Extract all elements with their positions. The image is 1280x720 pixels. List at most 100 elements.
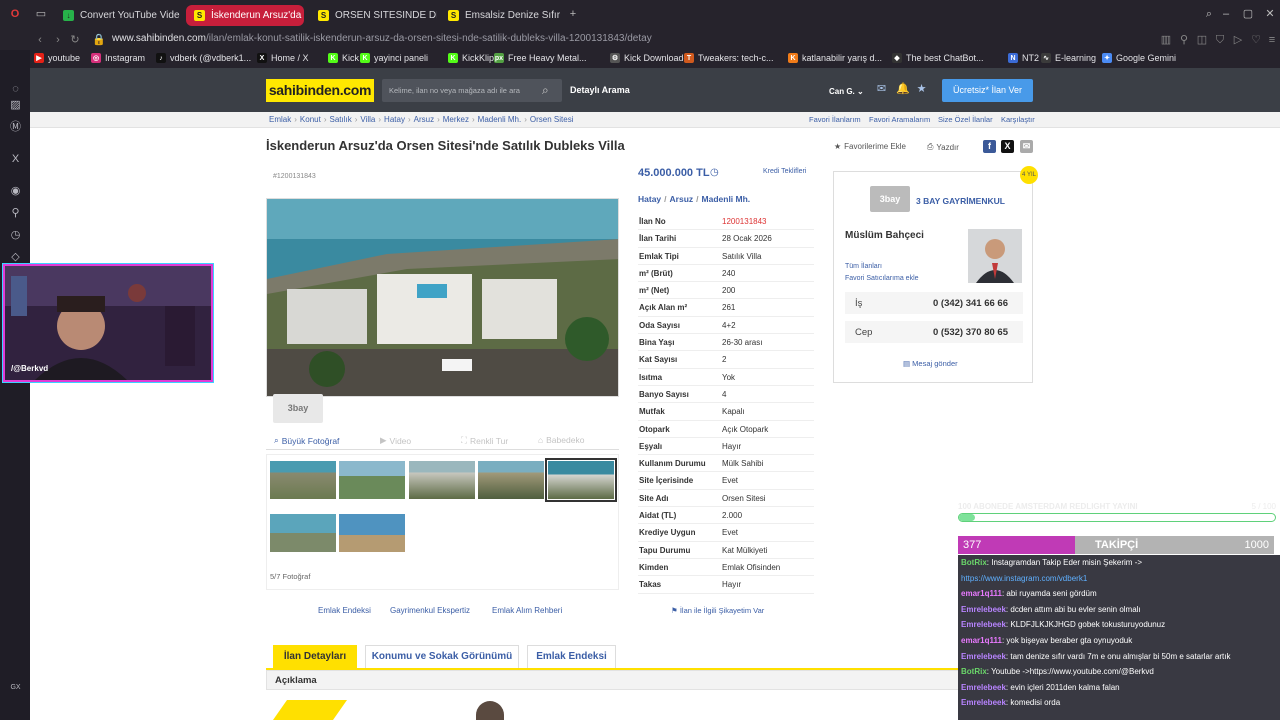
bookmark-item[interactable]: ♪ vdberk (@vdberk1...: [156, 53, 251, 63]
site-logo[interactable]: sahibinden.com: [266, 79, 374, 102]
all-listings-link[interactable]: Tüm İlanları: [845, 263, 882, 270]
emlak-endeksi-link[interactable]: Emlak Endeksi: [318, 606, 371, 615]
detailed-search-link[interactable]: Detaylı Arama: [570, 85, 630, 95]
sidebar-image-icon[interactable]: ▨: [9, 99, 22, 112]
breadcrumb-item[interactable]: Konut: [300, 115, 321, 124]
breadcrumb-item[interactable]: Merkez: [443, 115, 469, 124]
sidebar-m-icon[interactable]: Ⓜ: [9, 121, 22, 134]
tab-big-photo[interactable]: ⌕ Büyük Fotoğraf: [274, 435, 339, 446]
breadcrumb-item[interactable]: Satılık: [329, 115, 351, 124]
send-message-link[interactable]: ▤ Mesaj gönder: [903, 359, 958, 368]
browser-tab[interactable]: S ORSEN SITESINDE DENIZ: [310, 5, 437, 26]
sidebar-toggle-icon[interactable]: ▥: [1160, 34, 1172, 46]
location-city[interactable]: Hatay: [638, 194, 661, 204]
sidebar-ai-icon[interactable]: ◌: [9, 83, 22, 96]
thumbnail[interactable]: [409, 461, 475, 499]
breadcrumb-item[interactable]: Villa: [360, 115, 375, 124]
bookmark-item[interactable]: K KickKlip: [448, 53, 494, 63]
forward-icon[interactable]: ›: [52, 34, 64, 46]
compare-link[interactable]: Karşılaştır: [1001, 115, 1035, 124]
bookmark-item[interactable]: ⚙ Kick Downloader: [610, 53, 692, 63]
sidebar-player-icon[interactable]: ◉: [9, 185, 22, 198]
x-share-icon[interactable]: X: [1001, 140, 1014, 153]
price-history-icon[interactable]: ◷: [710, 167, 719, 178]
browser-tab[interactable]: S İskenderun Arsuz'da Orse: [186, 5, 304, 26]
mail-icon[interactable]: ✉: [875, 83, 888, 96]
tab-menu-icon[interactable]: ▭: [35, 8, 47, 20]
back-icon[interactable]: ‹: [34, 34, 46, 46]
search-icon[interactable]: ⌕: [542, 83, 549, 98]
favorite-button[interactable]: ★ Favorilerime Ekle: [834, 142, 906, 151]
email-share-icon[interactable]: ✉: [1020, 140, 1033, 153]
phone-mobile[interactable]: Cep 0 (532) 370 80 65: [845, 321, 1023, 343]
breadcrumb-item[interactable]: Arsuz: [414, 115, 434, 124]
bookmark-item[interactable]: Kkatlanabilir yarış d...: [788, 53, 882, 63]
menu-icon[interactable]: ≡: [1266, 34, 1278, 46]
sidebar-x-icon[interactable]: X: [9, 153, 22, 166]
thumbnail[interactable]: [478, 461, 544, 499]
sidebar-pin-icon[interactable]: ⚲: [9, 207, 22, 220]
agency-name[interactable]: 3 BAY GAYRİMENKUL: [916, 196, 1005, 206]
favorite-searches-link[interactable]: Favori Aramalarım: [869, 115, 930, 124]
print-button[interactable]: ⎙ Yazdır: [927, 142, 959, 152]
close-window-icon[interactable]: ✕: [1264, 8, 1276, 20]
tab-video[interactable]: ▶ Video: [380, 435, 411, 446]
tab-listing-details[interactable]: İlan Detayları: [273, 645, 357, 669]
url-field[interactable]: www.sahibinden.com/ilan/emlak-konut-sati…: [112, 33, 652, 44]
breadcrumb-item[interactable]: Hatay: [384, 115, 405, 124]
buying-guide-link[interactable]: Emlak Alım Rehberi: [492, 606, 562, 615]
thumbnail[interactable]: [270, 514, 336, 552]
opera-logo-icon[interactable]: O: [9, 8, 21, 20]
star-icon[interactable]: ★: [915, 83, 928, 96]
bookmark-item[interactable]: Kyayinci paneli: [360, 53, 428, 63]
bookmark-item[interactable]: ◎ Instagram: [91, 53, 145, 63]
special-listings-link[interactable]: Size Özel İlanlar: [938, 115, 993, 124]
main-photo[interactable]: [266, 198, 619, 397]
location-district[interactable]: Arsuz: [670, 194, 694, 204]
maximize-icon[interactable]: ▢: [1242, 8, 1254, 20]
post-ad-button[interactable]: Ücretsiz* İlan Ver: [942, 79, 1033, 102]
user-menu[interactable]: Can G. ⌄: [829, 87, 864, 96]
agency-logo[interactable]: 3bay: [870, 186, 910, 212]
bookmark-item[interactable]: T Tweakers: tech-c...: [684, 53, 774, 63]
facebook-share-icon[interactable]: f: [983, 140, 996, 153]
tab-color-tour[interactable]: ⛶ Renkli Tur: [461, 435, 508, 446]
sidebar-extensions-icon[interactable]: ◇: [9, 251, 22, 264]
credit-offers-link[interactable]: Kredi Teklifleri: [763, 168, 806, 175]
favorite-listings-link[interactable]: Favori İlanlarım: [809, 115, 861, 124]
location-neighborhood[interactable]: Madenli Mh.: [702, 194, 751, 204]
browser-tab[interactable]: ↓ Convert YouTube Videos t: [55, 5, 180, 26]
thumbnail[interactable]: [339, 461, 405, 499]
search-input[interactable]: Kelime, ilan no veya mağaza adı ile ara …: [382, 79, 562, 102]
minimize-icon[interactable]: –: [1220, 8, 1232, 20]
send-icon[interactable]: ▷: [1232, 34, 1244, 46]
sidebar-history-icon[interactable]: ◷: [9, 229, 22, 242]
phone-work[interactable]: İş 0 (342) 341 66 66: [845, 292, 1023, 314]
favorite-seller-link[interactable]: Favori Satıcılarıma ekle: [845, 275, 919, 282]
thumbnail[interactable]: [339, 514, 405, 552]
sidebar-gx-icon[interactable]: GX: [9, 681, 22, 694]
pin-icon[interactable]: ⚲: [1178, 34, 1190, 46]
expertise-link[interactable]: Gayrimenkul Ekspertiz: [390, 606, 470, 615]
bookmark-item[interactable]: ✦ Google Gemini: [1102, 53, 1176, 63]
bell-icon[interactable]: 🔔: [896, 83, 910, 96]
breadcrumb-item[interactable]: Emlak: [269, 115, 291, 124]
bookmark-item[interactable]: ▶ youtube: [34, 53, 80, 63]
reload-icon[interactable]: ↻: [69, 34, 81, 46]
thumbnail-selected[interactable]: [545, 458, 617, 502]
bookmark-item[interactable]: X Home / X: [257, 53, 309, 63]
search-icon[interactable]: ⌕: [1203, 8, 1215, 20]
heart-icon[interactable]: ♡: [1250, 34, 1262, 46]
breadcrumb-item[interactable]: Orsen Sitesi: [530, 115, 574, 124]
bookmark-item[interactable]: ∿ E-learning: [1041, 53, 1096, 63]
bookmark-item[interactable]: K Kick: [328, 53, 359, 63]
tab-babedeko[interactable]: ⌂ Babedeko: [538, 435, 584, 445]
camera-icon[interactable]: ◫: [1196, 34, 1208, 46]
shield-icon[interactable]: ⛉: [1214, 34, 1226, 46]
bookmark-item[interactable]: N NT2: [1008, 53, 1039, 63]
tab-location-street[interactable]: Konumu ve Sokak Görünümü: [365, 645, 519, 669]
complaint-link[interactable]: ⚑ İlan ile İlgili Şikayetim Var: [671, 606, 764, 615]
bookmark-item[interactable]: ◆ The best ChatBot...: [892, 53, 984, 63]
thumbnail[interactable]: [270, 461, 336, 499]
bookmark-item[interactable]: px Free Heavy Metal...: [494, 53, 587, 63]
